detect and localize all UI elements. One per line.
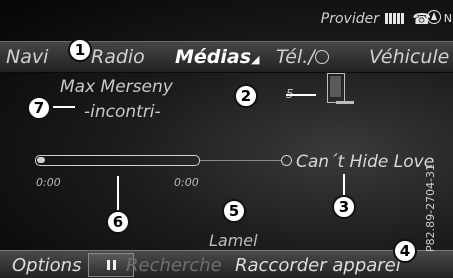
- callout-line-2: [286, 94, 316, 96]
- connect-device-button[interactable]: Raccorder apparei: [235, 255, 401, 276]
- callout-2: 2: [234, 84, 258, 108]
- callout-3: 3: [332, 195, 356, 219]
- callout-line-3: [343, 174, 345, 196]
- status-bar: Provider ☎ N: [0, 0, 453, 40]
- callout-4: 4: [393, 239, 417, 263]
- menu-item-medias-label: Médias: [175, 46, 252, 68]
- media-device-icon: [327, 73, 354, 104]
- track-title[interactable]: Can´t Hide Love: [296, 152, 434, 172]
- track-marker: [281, 155, 292, 166]
- submenu-arrow-icon: ◢: [251, 53, 260, 66]
- callout-6: 6: [106, 210, 130, 234]
- globe-icon: [314, 50, 329, 64]
- menu-item-radio[interactable]: Radio: [91, 46, 145, 68]
- compass-north-icon: [427, 10, 441, 24]
- callout-5: 5: [222, 199, 246, 223]
- callout-1: 1: [68, 38, 92, 62]
- connector-line: [200, 160, 282, 161]
- callout-line-7: [53, 106, 75, 108]
- playback-progress-fill: [37, 157, 45, 163]
- callout-7: 7: [27, 96, 51, 120]
- menu-item-telephone-label: Tél./: [276, 46, 315, 68]
- bottom-bar: Options Recherche Raccorder apparei: [0, 250, 453, 278]
- menu-item-vehicule[interactable]: Véhicule: [369, 46, 449, 68]
- time-elapsed: 0:00: [36, 176, 61, 189]
- options-button[interactable]: Options: [12, 255, 81, 276]
- menu-item-navi[interactable]: Navi: [6, 46, 48, 68]
- playback-progress-bar: [35, 155, 200, 166]
- album-name: -incontri-: [84, 102, 161, 122]
- callout-line-6: [117, 176, 119, 212]
- reference-code: P82.89-2704-31: [424, 163, 437, 252]
- provider-label: Provider: [320, 11, 379, 27]
- search-button[interactable]: Recherche: [126, 255, 222, 276]
- media-screen: Provider ☎ N Navi Radio Médias◢ Tél./ Vé…: [0, 0, 453, 278]
- pause-icon: [107, 260, 110, 270]
- menu-item-medias[interactable]: Médias◢: [175, 46, 260, 68]
- signal-strength-icon: [385, 13, 404, 24]
- north-label: N: [443, 12, 452, 25]
- time-total: 0:00: [174, 176, 199, 189]
- media-source-label: Lamel: [209, 231, 258, 250]
- menu-item-telephone[interactable]: Tél./: [276, 46, 329, 68]
- artist-name: Max Merseny: [60, 77, 173, 97]
